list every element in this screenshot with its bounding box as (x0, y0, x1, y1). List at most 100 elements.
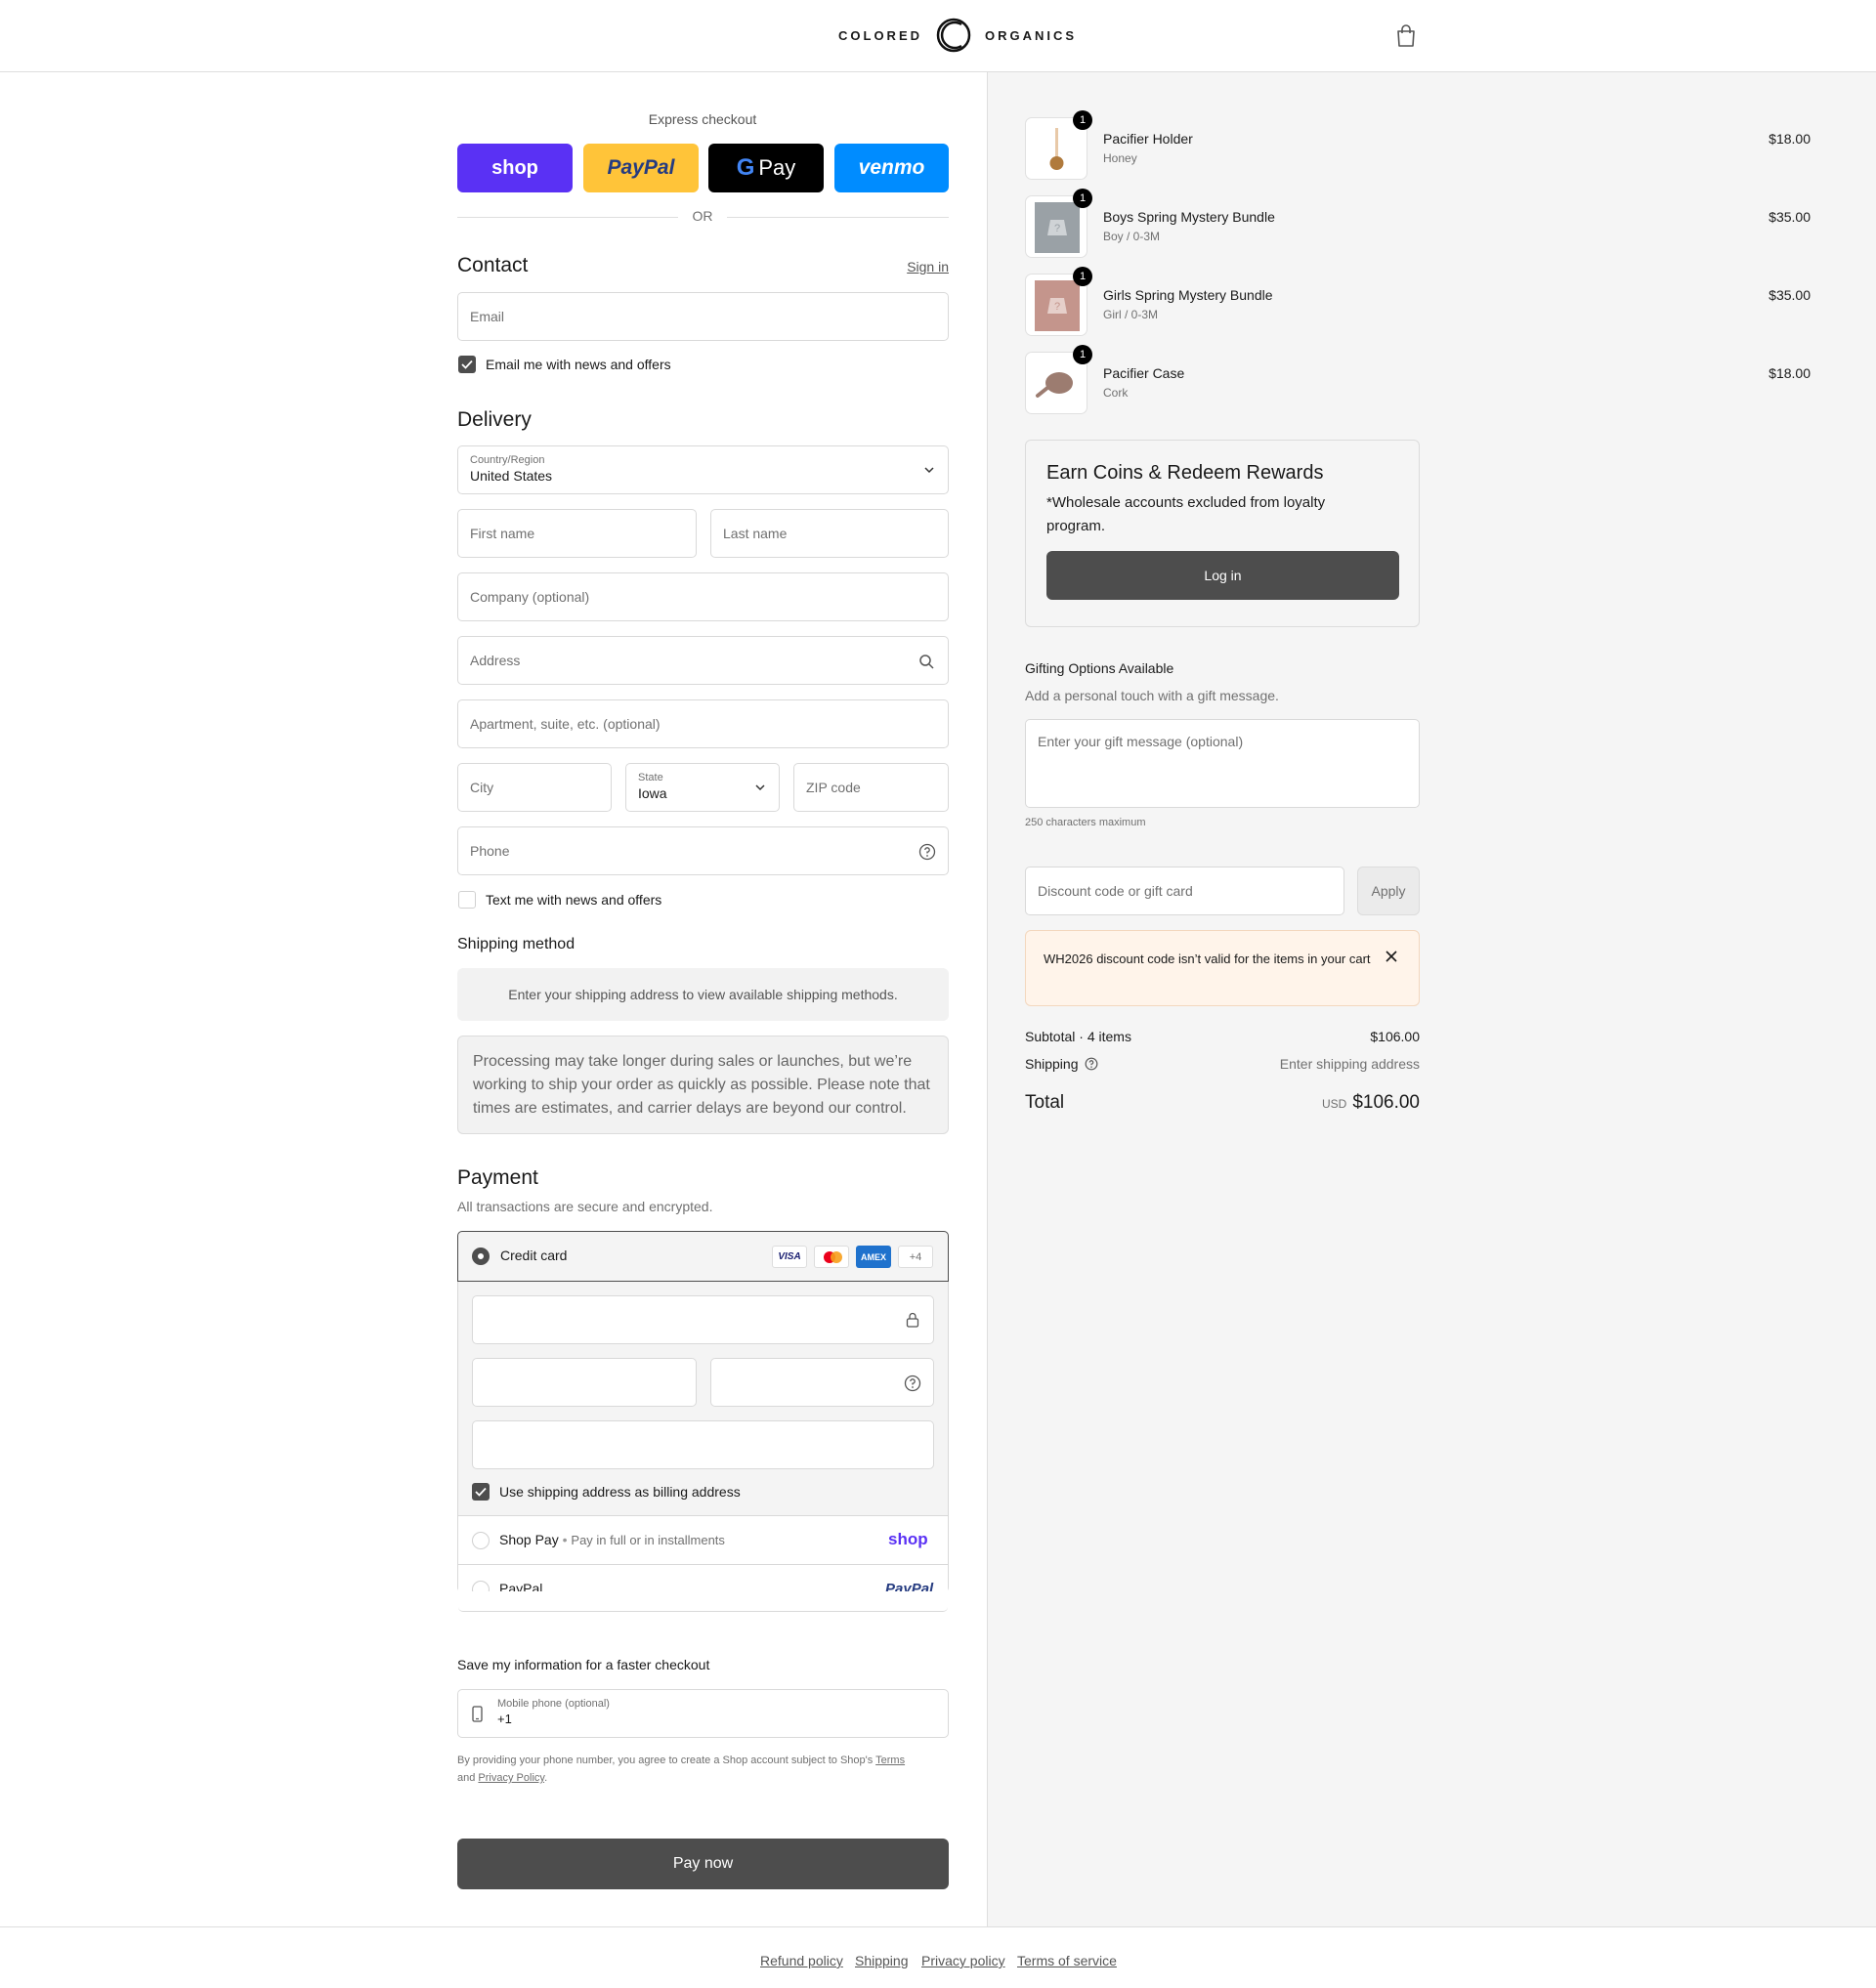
apartment-input[interactable]: Apartment, suite, etc. (optional) (457, 699, 949, 748)
address-placeholder: Address (470, 653, 521, 668)
card-fields-panel: Use shipping address as billing address (458, 1282, 948, 1515)
mobile-phone-label: Mobile phone (optional) (497, 1698, 610, 1710)
country-select[interactable]: Country/Region United States (457, 445, 949, 494)
apply-discount-button[interactable]: Apply (1357, 867, 1420, 915)
quantity-badge: 1 (1073, 267, 1092, 286)
quantity-badge: 1 (1073, 189, 1092, 208)
discount-code-input[interactable]: Discount code or gift card (1025, 867, 1344, 915)
visa-icon: VISA (772, 1246, 807, 1268)
cart-item-variant: Boy / 0-3M (1103, 230, 1161, 243)
or-divider-right (727, 217, 949, 218)
email-input[interactable]: Email (457, 292, 949, 341)
total-value: $106.00 (1352, 1092, 1420, 1113)
delivery-heading: Delivery (457, 408, 532, 431)
shop-terms-link[interactable]: Terms (875, 1755, 905, 1766)
payment-subtitle: All transactions are secure and encrypte… (457, 1199, 713, 1214)
gift-message-limit: 250 characters maximum (1025, 817, 1146, 828)
close-icon[interactable] (1386, 951, 1397, 962)
shop-pay-express-button[interactable]: shop (457, 144, 573, 192)
country-label: Country/Region (470, 454, 545, 466)
rewards-card: Earn Coins & Redeem Rewards *Wholesale a… (1025, 440, 1420, 627)
chevron-down-icon (755, 784, 765, 791)
shipping-methods-notice: Enter your shipping address to view avai… (457, 968, 949, 1021)
card-cvv-input[interactable] (710, 1358, 934, 1407)
quantity-badge: 1 (1073, 345, 1092, 364)
company-input[interactable]: Company (optional) (457, 572, 949, 621)
or-divider-text: OR (692, 208, 713, 224)
check-icon (475, 1487, 487, 1497)
shipping-value: Enter shipping address (1279, 1056, 1420, 1072)
cart-item-thumbnail: ? 1 (1025, 189, 1092, 258)
privacy-policy-link[interactable]: Privacy Policy (478, 1772, 544, 1784)
gift-message-textarea[interactable]: Enter your gift message (optional) (1025, 719, 1420, 808)
first-name-input[interactable]: First name (457, 509, 697, 558)
help-circle-icon[interactable] (904, 1375, 921, 1392)
amex-icon: AMEX (856, 1246, 891, 1268)
discount-error-banner: WH2026 discount code isn’t valid for the… (1025, 930, 1420, 1006)
last-name-input[interactable]: Last name (710, 509, 949, 558)
text-optin-label: Text me with news and offers (486, 892, 662, 908)
paypal-option[interactable]: PayPal PayPal (458, 1564, 948, 1598)
credit-card-label: Credit card (500, 1248, 568, 1263)
shipping-row-label: Shipping (1025, 1056, 1098, 1072)
svg-text:?: ? (1054, 301, 1060, 313)
refund-policy-link[interactable]: Refund policy (760, 1953, 843, 1968)
brand-right-text: ORGANICS (985, 27, 1078, 43)
lock-icon (906, 1312, 919, 1328)
card-number-input[interactable] (472, 1295, 934, 1344)
pay-now-button[interactable]: Pay now (457, 1839, 949, 1889)
total-label: Total (1025, 1092, 1065, 1113)
checkout-form-column: Express checkout shop PayPal G Pay venmo … (0, 72, 987, 1926)
mastercard-icon (814, 1246, 849, 1268)
google-pay-express-button[interactable]: G Pay (708, 144, 824, 192)
cart-item-thumbnail: 1 (1025, 110, 1092, 180)
email-optin-checkbox[interactable] (458, 356, 476, 373)
brand-logo[interactable]: COLORED ORGANICS (838, 18, 1077, 53)
more-cards-badge: +4 (898, 1246, 933, 1268)
venmo-express-button[interactable]: venmo (834, 144, 949, 192)
cart-item-price: $35.00 (1769, 287, 1811, 303)
mobile-phone-input[interactable]: Mobile phone (optional) +1 (457, 1689, 949, 1738)
state-value: Iowa (638, 785, 667, 801)
card-name-input[interactable] (472, 1420, 934, 1469)
sign-in-link[interactable]: Sign in (879, 259, 949, 275)
shop-pay-logo: shop (888, 1530, 928, 1548)
state-label: State (638, 772, 663, 783)
cart-item-name: Pacifier Holder (1103, 131, 1193, 147)
zip-input[interactable]: ZIP code (793, 763, 949, 812)
rewards-title: Earn Coins & Redeem Rewards (1046, 462, 1324, 484)
phone-input[interactable]: Phone (457, 826, 949, 875)
or-divider-left (457, 217, 678, 218)
mobile-phone-value: +1 (497, 1712, 512, 1726)
express-checkout-title: Express checkout (648, 111, 757, 127)
chevron-down-icon (924, 467, 934, 474)
svg-text:?: ? (1054, 223, 1060, 234)
help-circle-icon[interactable] (918, 843, 936, 861)
cart-item-name: Girls Spring Mystery Bundle (1103, 287, 1273, 303)
city-input[interactable]: City (457, 763, 612, 812)
cart-item-price: $35.00 (1769, 209, 1811, 225)
state-select[interactable]: State Iowa (625, 763, 780, 812)
credit-card-radio[interactable] (472, 1248, 490, 1265)
shop-pay-radio[interactable] (472, 1532, 490, 1549)
brand-left-text: COLORED (838, 27, 922, 43)
shipping-policy-link[interactable]: Shipping (855, 1953, 909, 1968)
shop-pay-option[interactable]: Shop Pay • Pay in full or in installment… (458, 1515, 948, 1564)
rewards-login-button[interactable]: Log in (1046, 551, 1399, 600)
save-info-heading: Save my information for a faster checkou… (457, 1657, 710, 1672)
gifting-title: Gifting Options Available (1025, 660, 1174, 676)
help-circle-icon[interactable] (1085, 1057, 1098, 1071)
terms-of-service-link[interactable]: Terms of service (1017, 1953, 1117, 1968)
text-optin-checkbox[interactable] (458, 891, 476, 909)
billing-same-checkbox[interactable] (472, 1483, 490, 1501)
privacy-policy-footer-link[interactable]: Privacy policy (921, 1953, 1005, 1968)
paypal-option-bottom (458, 1591, 948, 1612)
cart-item-variant: Cork (1103, 386, 1129, 400)
credit-card-option[interactable]: Credit card VISA AMEX +4 (457, 1231, 949, 1282)
rewards-note: *Wholesale accounts excluded from loyalt… (1046, 494, 1326, 534)
shipping-method-heading: Shipping method (457, 936, 576, 952)
address-input[interactable]: Address (457, 636, 949, 685)
paypal-express-button[interactable]: PayPal (583, 144, 699, 192)
cart-icon[interactable] (1395, 24, 1417, 48)
card-expiry-input[interactable] (472, 1358, 697, 1407)
